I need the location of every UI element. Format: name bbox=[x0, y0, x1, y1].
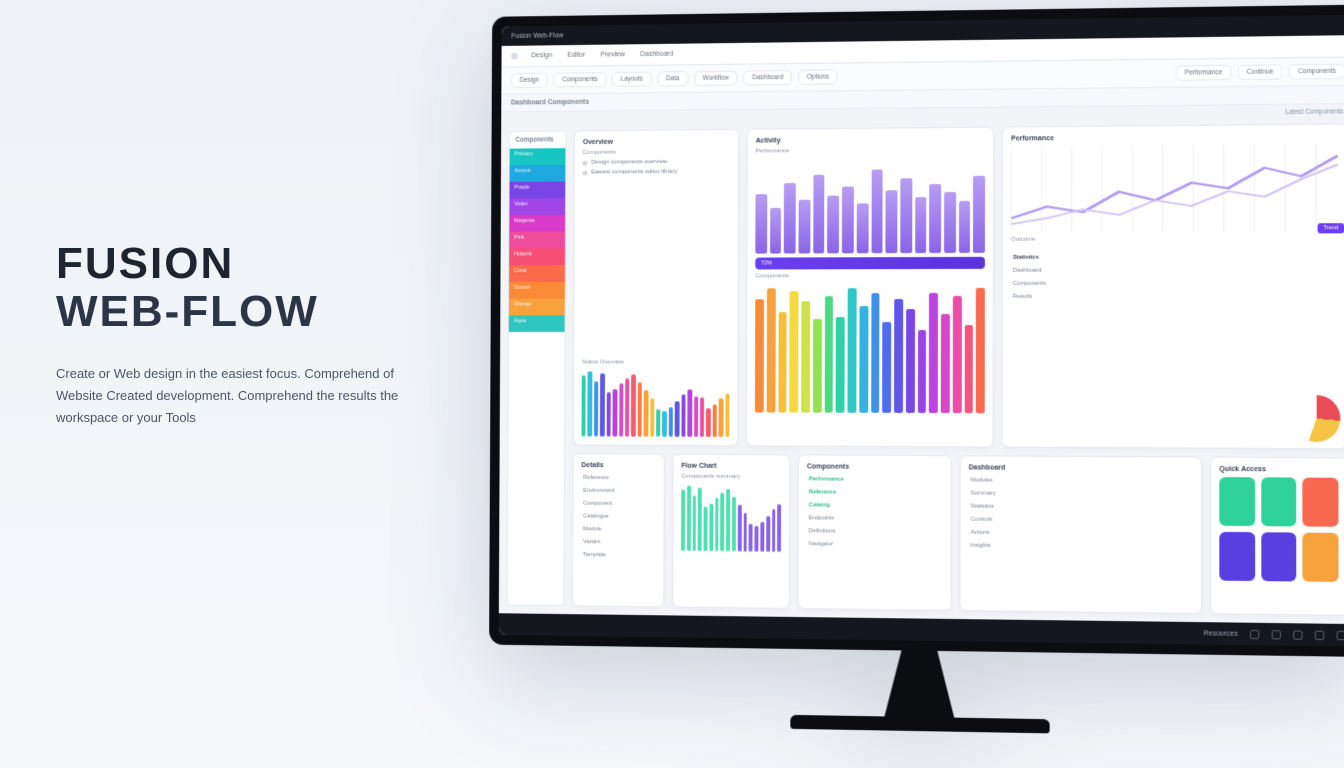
card-detail-list: ReferenceEnvironmentComponentCatalogueMo… bbox=[581, 472, 656, 560]
card-list-title: Components bbox=[807, 463, 943, 471]
hero-tagline: Create or Web design in the easiest focu… bbox=[56, 363, 436, 429]
card-compare[interactable]: Dashboard ModulesSummaryStatisticsContro… bbox=[959, 455, 1202, 614]
chip-continue[interactable]: Continue bbox=[1238, 64, 1283, 80]
section-title: Dashboard Components bbox=[511, 99, 589, 107]
chart-pie-icon bbox=[1293, 395, 1340, 442]
status-bar-label: Resources bbox=[1204, 630, 1238, 638]
hero: FUSION WEB-FLOW Create or Web design in … bbox=[56, 240, 436, 429]
card-activity-footer: Components bbox=[755, 273, 985, 280]
card-list[interactable]: Components PerformanceReferenceCatalogEn… bbox=[798, 454, 952, 611]
app-screen: Fusion Web-Flow Design Editor Preview Da… bbox=[499, 15, 1344, 647]
card-overview-title: Overview bbox=[583, 138, 731, 146]
monitor-bezel: Fusion Web-Flow Design Editor Preview Da… bbox=[489, 5, 1344, 657]
play-icon[interactable] bbox=[1315, 630, 1324, 639]
palette-swatch[interactable]: Purple bbox=[509, 182, 565, 199]
chip-design[interactable]: Design bbox=[511, 73, 548, 88]
app-title: Fusion Web-Flow bbox=[511, 32, 563, 40]
card-overview-item: Design components overview bbox=[583, 159, 731, 166]
card-compare-items: ModulesSummaryStatisticsControlsActionsI… bbox=[969, 475, 1193, 553]
palette-swatch[interactable]: Sunset bbox=[509, 282, 565, 299]
menu-editor[interactable]: Editor bbox=[562, 50, 591, 61]
card-overview[interactable]: Overview Components Design components ov… bbox=[573, 129, 739, 446]
card-stats-list: Statistics Dashboard Components Results bbox=[1011, 252, 1338, 302]
chip-components[interactable]: Components bbox=[553, 72, 606, 87]
chart-flow-bars bbox=[681, 483, 781, 551]
quick-tile[interactable] bbox=[1303, 477, 1339, 526]
card-detail[interactable]: Details ReferenceEnvironmentComponentCat… bbox=[572, 453, 665, 608]
monitor-base bbox=[790, 715, 1049, 734]
boards: Overview Components Design components ov… bbox=[568, 115, 1344, 624]
card-overview-item: Easiest components editor library bbox=[583, 169, 731, 176]
chart-axis-tag: Trend bbox=[1317, 223, 1344, 233]
hero-title-line2: WEB-FLOW bbox=[56, 287, 319, 336]
chip-dashboard[interactable]: Dashboard bbox=[743, 70, 792, 85]
card-activity-title: Activity bbox=[756, 136, 985, 145]
palette-swatch[interactable]: Primary bbox=[510, 148, 566, 165]
chart-activity-bars bbox=[755, 157, 985, 254]
palette-swatch[interactable]: Aqua bbox=[509, 315, 565, 332]
status-dot-icon bbox=[511, 53, 518, 60]
chip-layouts[interactable]: Layouts bbox=[612, 72, 652, 87]
card-tiles-title: Quick Access bbox=[1219, 465, 1338, 473]
sidebar-palette: Components PrimaryAccentPurpleVioletMage… bbox=[507, 130, 567, 606]
gear-icon[interactable] bbox=[1293, 630, 1302, 639]
card-tiles[interactable]: Quick Access bbox=[1210, 456, 1344, 616]
card-trend-caption: Outcome bbox=[1011, 235, 1338, 242]
boards-row2: Details ReferenceEnvironmentComponentCat… bbox=[572, 453, 1344, 616]
card-overview-footer: Status Overview bbox=[582, 359, 730, 365]
menu-dashboard[interactable]: Dashboard bbox=[634, 49, 679, 60]
palette-swatch[interactable]: Accent bbox=[510, 165, 566, 182]
palette-swatch[interactable]: Pink bbox=[509, 232, 565, 249]
chip-components2[interactable]: Components bbox=[1289, 64, 1344, 80]
monitor-mockup: Fusion Web-Flow Design Editor Preview Da… bbox=[489, 5, 1344, 657]
quick-tile[interactable] bbox=[1219, 477, 1254, 526]
quick-tile[interactable] bbox=[1303, 532, 1339, 581]
card-overview-sub: Components bbox=[583, 149, 731, 156]
chip-data[interactable]: Data bbox=[657, 71, 688, 86]
chip-performance[interactable]: Performance bbox=[1175, 65, 1231, 81]
palette-swatch[interactable]: Magenta bbox=[509, 215, 565, 232]
progress-meter: 72% bbox=[755, 257, 985, 270]
layers-icon[interactable] bbox=[1272, 630, 1281, 639]
workspace: Components PrimaryAccentPurpleVioletMage… bbox=[499, 115, 1344, 624]
palette-swatch[interactable]: Violet bbox=[509, 198, 565, 215]
card-flow[interactable]: Flow Chart Components summary bbox=[672, 453, 790, 609]
palette-swatch[interactable]: Orange bbox=[509, 299, 565, 316]
quick-tile[interactable] bbox=[1219, 531, 1255, 580]
expand-icon[interactable] bbox=[1337, 630, 1344, 639]
card-detail-title: Details bbox=[581, 462, 656, 469]
chart-trend-line: Trend bbox=[1011, 144, 1338, 233]
monitor-stand bbox=[860, 650, 980, 722]
card-flow-sub: Components summary bbox=[681, 473, 781, 480]
menu-preview[interactable]: Preview bbox=[595, 49, 631, 60]
chip-workflow[interactable]: Workflow bbox=[694, 71, 738, 86]
card-activity[interactable]: Activity Performance 72% Components bbox=[746, 127, 994, 447]
chart-rainbow-big bbox=[755, 283, 985, 413]
card-list-items: PerformanceReferenceCatalogEndpointsDefi… bbox=[807, 474, 943, 550]
card-tiles-grid bbox=[1219, 477, 1338, 582]
chart-rainbow-small bbox=[582, 369, 730, 437]
card-trend[interactable]: Performance Trend Outcome Statistics bbox=[1002, 124, 1344, 449]
quick-tile[interactable] bbox=[1261, 532, 1297, 581]
hero-title: FUSION WEB-FLOW bbox=[56, 240, 436, 337]
palette-swatch[interactable]: Hotpink bbox=[509, 248, 565, 265]
palette-swatch[interactable]: Coral bbox=[509, 265, 565, 282]
palette-swatches: PrimaryAccentPurpleVioletMagentaPinkHotp… bbox=[509, 148, 566, 332]
card-trend-title: Performance bbox=[1011, 133, 1338, 143]
grid-icon[interactable] bbox=[1250, 629, 1259, 638]
palette-title: Components bbox=[510, 131, 566, 148]
card-flow-title: Flow Chart bbox=[681, 462, 781, 470]
hero-title-line1: FUSION bbox=[56, 239, 234, 288]
card-activity-sub: Performance bbox=[756, 147, 985, 155]
quick-tile[interactable] bbox=[1261, 477, 1297, 526]
menu-design[interactable]: Design bbox=[525, 50, 557, 61]
card-compare-title: Dashboard bbox=[969, 464, 1193, 472]
chip-options[interactable]: Options bbox=[798, 69, 838, 84]
